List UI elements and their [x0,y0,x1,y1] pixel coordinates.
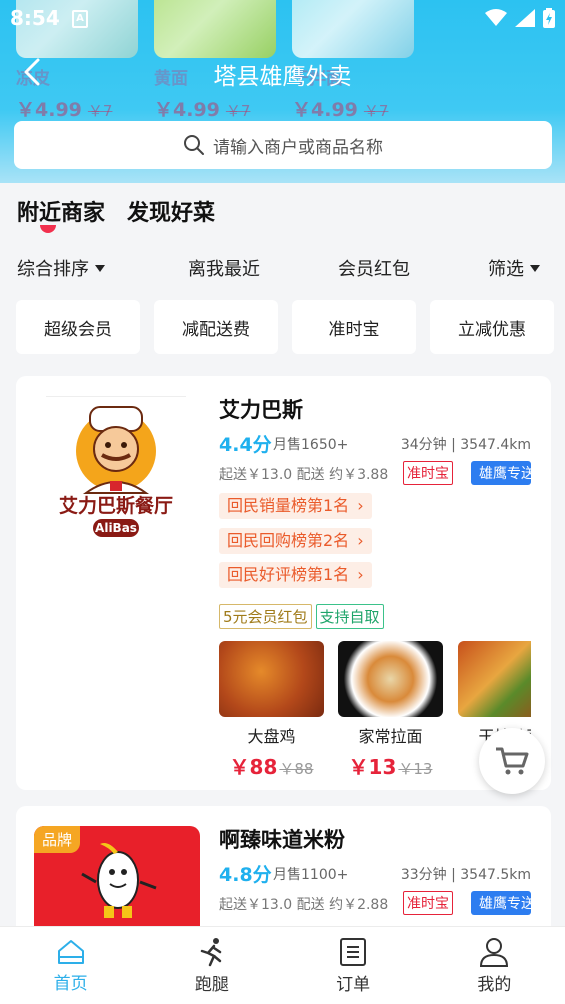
profile-icon [480,937,509,967]
nav-orders[interactable]: 订单 [283,927,424,1004]
sort-filter[interactable]: 筛选 [488,255,540,281]
tab-discover-dishes[interactable]: 发现好菜 [127,195,215,227]
chip-instant-discount[interactable]: 立减优惠 [430,300,554,354]
order-icon [340,937,367,966]
main-content: 附近商家 发现好菜 综合排序 离我最近 会员红包 筛选 超级会员 减配送费 准时… [0,183,565,926]
nav-errand-label: 跑腿 [194,974,229,995]
search-placeholder: 请输入商户或商品名称 [213,137,383,158]
cart-button[interactable] [479,728,545,794]
dish-item[interactable]: 大盘鸡 ￥88 ￥88 [219,641,324,780]
ontime-tag: 准时宝 [403,891,453,915]
tab-indicator [40,225,56,233]
delivery-tag: 雄鹰专送 [471,891,531,915]
banner-item-price: ￥4.99 ￥7 [154,99,251,121]
chevron-right-icon: › [357,531,364,550]
chevron-right-icon: › [357,496,364,515]
delivery-tag: 雄鹰专送 [471,461,531,485]
chip-super-member[interactable]: 超级会员 [16,300,140,354]
brand-tag: 品牌 [34,826,81,853]
promo-self-pickup: 支持自取 [315,604,384,629]
chevron-right-icon: › [357,565,364,584]
filter-chips: 超级会员 减配送费 准时宝 立减优惠 [16,300,554,354]
dish-image [458,641,531,717]
shop-name: 啊臻味道米粉 [219,828,345,852]
wifi-icon [485,9,507,26]
monthly-sales: 月售1100+ [273,867,349,883]
eta-distance: 34分钟 | 3547.4km [400,437,531,453]
dropdown-arrow-icon [530,264,540,272]
shop-score: 4.4分 [219,434,272,456]
cart-icon [496,747,529,775]
shop-logo-text: 艾力巴斯餐厅 [58,495,173,517]
dish-price: ￥88 ￥88 [229,755,314,779]
tab-bar: 附近商家 发现好菜 [17,195,215,227]
shop-card[interactable]: 品牌 啊臻味道米粉 4.8分 月售1100+ 33分钟 | 3547.5km 起… [16,806,551,926]
dish-item[interactable]: 家常拉面 ￥13 ￥13 [338,641,443,780]
shop-name: 艾力巴斯 [219,398,303,422]
banner-item-price: ￥4.99 ￥7 [16,99,113,121]
sort-member-redpacket[interactable]: 会员红包 [338,255,410,281]
tab-nearby-shops[interactable]: 附近商家 [17,195,105,227]
nav-orders-label: 订单 [336,974,371,995]
nav-home-label: 首页 [53,973,88,994]
delivery-info: 起送￥13.0 配送 约￥3.88 [219,467,389,483]
battery-icon [543,8,555,28]
page-title: 塔县雄鹰外卖 [213,64,352,90]
status-time: 8:54 [10,6,60,30]
shop-score: 4.8分 [219,864,272,886]
rank-badge[interactable]: 回民好评榜第1名 › [219,562,372,588]
home-icon [57,939,84,964]
search-input[interactable]: 请输入商户或商品名称 [14,121,552,169]
dish-price: ￥13 ￥13 [348,755,433,779]
promo-member-redpacket: 5元会员红包 [219,604,312,629]
dish-image [219,641,324,717]
shop-card[interactable]: 艾力巴斯餐厅 AliBas 艾力巴斯 4.4分 月售1650+ 34分钟 | 3… [16,376,551,790]
monthly-sales: 月售1650+ [273,437,349,453]
sort-comprehensive[interactable]: 综合排序 [17,255,105,281]
signal-icon [515,9,535,27]
dropdown-arrow-icon [95,264,105,272]
sort-nearest[interactable]: 离我最近 [188,255,260,281]
nav-errand[interactable]: 跑腿 [141,927,282,1004]
sim-icon: A [72,10,88,28]
shop-logo: 品牌 [34,826,200,926]
sort-bar: 综合排序 离我最近 会员红包 筛选 [0,255,565,283]
runner-icon [200,937,222,966]
shop-logo: 艾力巴斯餐厅 AliBas [46,396,186,540]
nav-profile[interactable]: 我的 [424,927,565,1004]
rank-badge[interactable]: 回民销量榜第1名 › [219,493,372,519]
rank-badge[interactable]: 回民回购榜第2名 › [219,528,372,554]
nav-profile-label: 我的 [477,974,512,995]
shop-logo-badge: AliBas [93,519,139,537]
ontime-tag: 准时宝 [403,461,453,485]
nav-home[interactable]: 首页 [0,927,141,1004]
status-bar: 8:54 A [0,0,565,38]
dish-image [338,641,443,717]
delivery-info: 起送￥13.0 配送 约￥2.88 [219,897,389,913]
banner-item-price: ￥4.99 ￥7 [292,99,389,121]
bottom-nav: 首页 跑腿 订单 我的 [0,926,565,1004]
search-icon [184,135,204,155]
chip-reduced-delivery[interactable]: 减配送费 [154,300,278,354]
promo-tags: 5元会员红包 支持自取 [219,604,384,629]
chip-on-time[interactable]: 准时宝 [292,300,416,354]
eta-distance: 33分钟 | 3547.5km [400,867,531,883]
